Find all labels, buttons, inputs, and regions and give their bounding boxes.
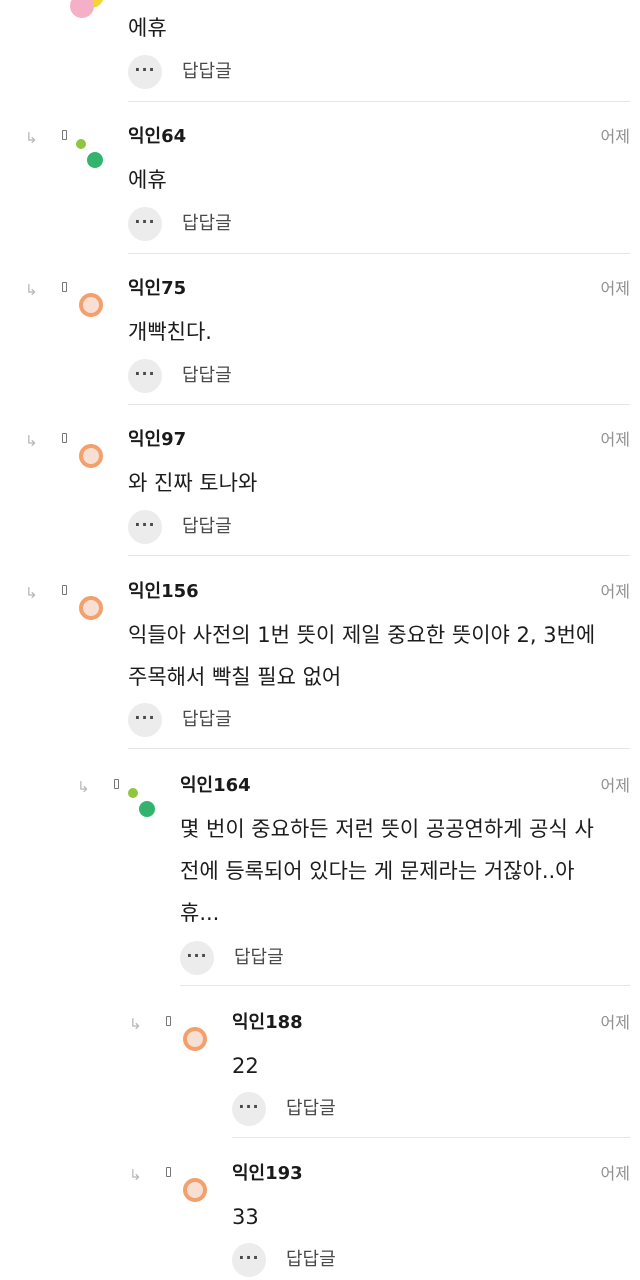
reply-button[interactable]: 답답글 bbox=[182, 707, 232, 733]
reply-button[interactable]: 답답글 bbox=[234, 945, 284, 971]
comment-time: 어제 bbox=[600, 582, 630, 601]
avatar[interactable] bbox=[180, 1166, 214, 1202]
comment-item: ↳ 익인164 어제 몇 번이 중요하든 저런 뜻이 공공연하게 공식 사 전에… bbox=[77, 775, 630, 986]
avatar-orange-ring bbox=[79, 596, 103, 620]
avatar-orange-ring bbox=[79, 444, 103, 468]
comment-text: 개빡친다. bbox=[128, 320, 212, 344]
more-dots-icon[interactable]: ··· bbox=[128, 207, 162, 241]
comment-item: ↳ 익인188 어제 22 ··· 답답글 bbox=[129, 1012, 630, 1138]
reply-button[interactable]: 답답글 bbox=[182, 514, 232, 540]
comment-author[interactable]: 익인164 bbox=[180, 775, 251, 797]
more-dots-icon[interactable]: ··· bbox=[180, 941, 214, 975]
divider bbox=[128, 253, 630, 254]
comment-marker-icon bbox=[166, 1167, 171, 1177]
comment-marker-icon bbox=[62, 282, 67, 292]
reply-button[interactable]: 답답글 bbox=[182, 59, 232, 85]
comment-author[interactable]: 익인64 bbox=[128, 126, 186, 148]
avatar-green-small-dot bbox=[76, 139, 86, 149]
more-dots-icon[interactable]: ··· bbox=[128, 510, 162, 544]
avatar[interactable] bbox=[128, 778, 162, 817]
reply-arrow-icon: ↳ bbox=[25, 584, 38, 602]
comment-time: 어제 bbox=[600, 1013, 630, 1032]
reply-arrow-icon: ↳ bbox=[129, 1015, 142, 1033]
comment-time: 어제 bbox=[600, 279, 630, 298]
avatar-green-small-dot bbox=[128, 788, 138, 798]
comment-author[interactable]: 익인193 bbox=[232, 1163, 303, 1185]
reply-arrow-icon: ↳ bbox=[25, 432, 38, 450]
more-dots-icon[interactable]: ··· bbox=[232, 1243, 266, 1277]
avatar[interactable] bbox=[70, 0, 104, 18]
comment-item: 에휴 ··· 답답글 bbox=[70, 0, 630, 102]
comment-time: 어제 bbox=[600, 1164, 630, 1183]
reply-button[interactable]: 답답글 bbox=[182, 211, 232, 237]
reply-button[interactable]: 답답글 bbox=[286, 1096, 336, 1122]
more-dots-icon[interactable]: ··· bbox=[232, 1092, 266, 1126]
comment-author[interactable]: 익인97 bbox=[128, 429, 186, 451]
comment-author[interactable]: 익인188 bbox=[232, 1012, 303, 1034]
divider bbox=[128, 555, 630, 556]
avatar-orange-ring bbox=[79, 293, 103, 317]
avatar-orange-ring bbox=[183, 1027, 207, 1051]
comment-text: 에휴 bbox=[128, 16, 167, 40]
comment-text: 22 bbox=[232, 1054, 259, 1078]
comment-marker-icon bbox=[114, 779, 119, 789]
comment-item: ↳ 익인156 어제 익들아 사전의 1번 뜻이 제일 중요한 뜻이야 2, 3… bbox=[25, 581, 630, 749]
comment-marker-icon bbox=[62, 585, 67, 595]
reply-button[interactable]: 답답글 bbox=[182, 363, 232, 389]
comment-text: 에휴 bbox=[128, 168, 167, 192]
comment-author[interactable]: 익인156 bbox=[128, 581, 199, 603]
more-dots-icon[interactable]: ··· bbox=[128, 359, 162, 393]
reply-arrow-icon: ↳ bbox=[25, 129, 38, 147]
avatar-green-large-dot bbox=[87, 152, 103, 168]
comment-marker-icon bbox=[62, 130, 67, 140]
comment-text: 33 bbox=[232, 1205, 259, 1229]
avatar[interactable] bbox=[76, 281, 110, 317]
comment-text: 몇 번이 중요하든 저런 뜻이 공공연하게 공식 사 전에 등록되어 있다는 게… bbox=[180, 817, 594, 925]
comment-time: 어제 bbox=[600, 127, 630, 146]
divider bbox=[128, 404, 630, 405]
avatar[interactable] bbox=[76, 584, 110, 620]
comment-time: 어제 bbox=[600, 430, 630, 449]
reply-button[interactable]: 답답글 bbox=[286, 1247, 336, 1273]
avatar-green-large-dot bbox=[139, 801, 155, 817]
more-dots-icon[interactable]: ··· bbox=[128, 703, 162, 737]
comment-item: ↳ 익인64 어제 에휴 ··· 답답글 bbox=[25, 126, 630, 254]
reply-arrow-icon: ↳ bbox=[129, 1166, 142, 1184]
divider bbox=[128, 101, 630, 102]
comment-text: 와 진짜 토나와 bbox=[128, 471, 258, 495]
avatar[interactable] bbox=[76, 432, 110, 468]
reply-arrow-icon: ↳ bbox=[25, 281, 38, 299]
comment-marker-icon bbox=[62, 433, 67, 443]
divider bbox=[180, 985, 630, 986]
avatar[interactable] bbox=[76, 129, 110, 168]
comment-item: ↳ 익인97 어제 와 진짜 토나와 ··· 답답글 bbox=[25, 429, 630, 556]
avatar[interactable] bbox=[180, 1015, 214, 1051]
divider bbox=[128, 748, 630, 749]
comment-author[interactable]: 익인75 bbox=[128, 278, 186, 300]
avatar-orange-ring bbox=[183, 1178, 207, 1202]
comment-thread: 에휴 ··· 답답글 ↳ 익인64 어제 에휴 ··· 답답글 ↳ 익인75 어… bbox=[0, 0, 640, 1280]
comment-text: 익들아 사전의 1번 뜻이 제일 중요한 뜻이야 2, 3번에 주목해서 빡칠 … bbox=[128, 623, 596, 689]
divider bbox=[232, 1137, 630, 1138]
comment-marker-icon bbox=[166, 1016, 171, 1026]
reply-arrow-icon: ↳ bbox=[77, 778, 90, 796]
comment-item: ↳ 익인193 어제 33 ··· 답답글 bbox=[129, 1163, 630, 1280]
more-dots-icon[interactable]: ··· bbox=[128, 55, 162, 89]
comment-item: ↳ 익인75 어제 개빡친다. ··· 답답글 bbox=[25, 278, 630, 405]
comment-time: 어제 bbox=[600, 776, 630, 795]
avatar-pink-shape bbox=[70, 0, 94, 18]
